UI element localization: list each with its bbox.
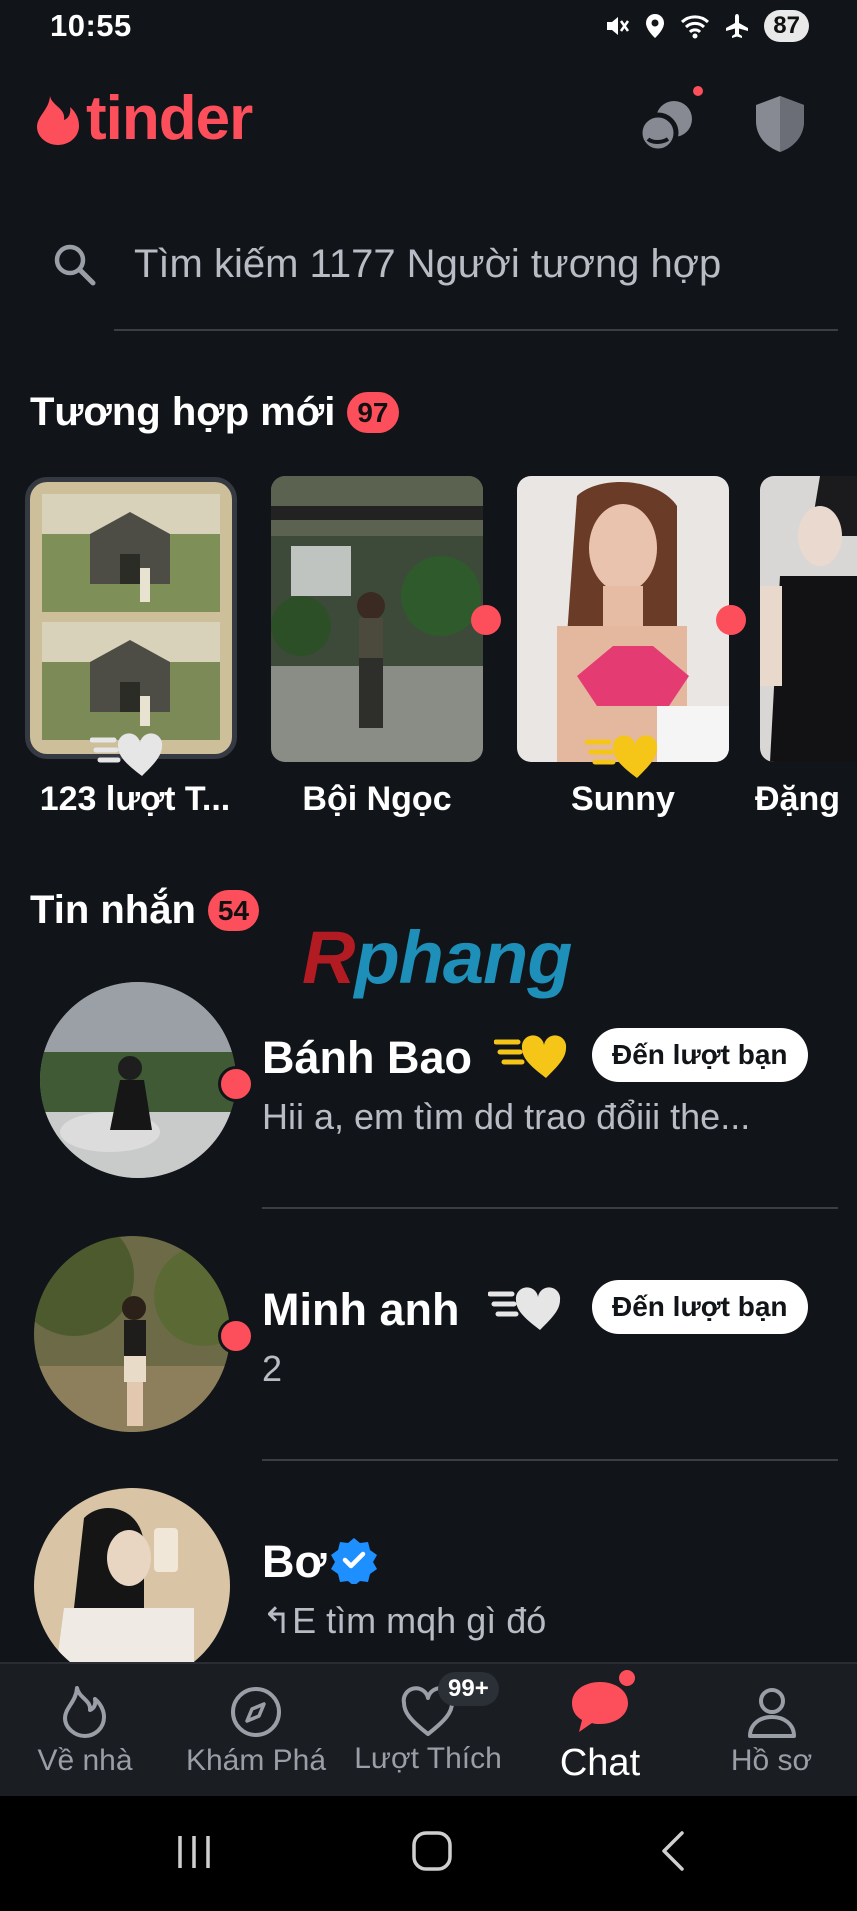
verified-icon — [331, 1538, 377, 1586]
online-dot — [218, 1066, 254, 1102]
match-name: Đặng — [755, 780, 840, 818]
likes-tile-photo — [30, 482, 232, 754]
likes-tile[interactable] — [25, 477, 237, 759]
match-unread-dot — [716, 605, 746, 635]
search-underline — [114, 329, 838, 331]
nav-profile[interactable]: Hồ sơ — [686, 1664, 857, 1798]
silver-super-like-icon — [89, 733, 163, 776]
likes-tile-silver-super-like-badge — [89, 728, 174, 785]
nav-profile-label: Hồ sơ — [730, 1744, 813, 1777]
back-button[interactable] — [654, 1828, 694, 1879]
home-button[interactable] — [409, 1828, 455, 1879]
chat-silver-super-like-badge — [487, 1282, 572, 1339]
chat-gold-super-like-badge — [493, 1030, 578, 1087]
chat-divider — [262, 1207, 838, 1209]
chat-divider — [262, 1459, 838, 1461]
nav-explore-label: Khám Phá — [185, 1744, 327, 1777]
your-turn-badge: Đến lượt bạn — [592, 1028, 808, 1082]
verified-badge — [330, 1536, 378, 1589]
match-photo — [271, 476, 483, 762]
new-matches-title: Tương hợp mới — [30, 390, 336, 434]
logo-text: tinder — [86, 84, 253, 153]
match-unread-dot — [471, 605, 501, 635]
match-gold-super-like-badge — [584, 730, 669, 787]
messages-header: Tin nhắn 54 — [30, 888, 260, 933]
search-icon — [54, 244, 96, 286]
avatar — [40, 982, 236, 1178]
likes-count-badge: 99+ — [438, 1672, 499, 1706]
nav-home[interactable]: Về nhà — [0, 1664, 170, 1798]
chat-notification-dot — [619, 1670, 635, 1686]
nav-chat-label: Chat — [559, 1742, 641, 1784]
flame-logo-icon — [37, 96, 79, 145]
silver-super-like-icon — [487, 1287, 561, 1330]
chat-name: Bánh Bao — [262, 1032, 473, 1083]
tinder-logo: tinder — [36, 84, 253, 153]
nav-chat[interactable]: Chat — [514, 1664, 686, 1798]
search-bar[interactable]: Tìm kiếm 1177 Người tương hợp — [50, 240, 838, 288]
chat-row[interactable]: Bơ ↰E tìm mqh gì đó — [0, 1484, 857, 1662]
search-input[interactable]: Tìm kiếm 1177 Người tương hợp — [134, 242, 721, 287]
messages-title: Tin nhắn — [30, 888, 196, 932]
matchmaker-icon — [637, 101, 692, 154]
match-name: Bội Ngọc — [302, 780, 452, 818]
system-nav — [0, 1796, 857, 1911]
nav-home-label: Về nhà — [37, 1744, 133, 1777]
chat-name: Bơ — [262, 1536, 327, 1587]
matchmaker-button[interactable] — [630, 86, 706, 162]
match-photo — [517, 476, 729, 762]
chat-preview: 2 — [262, 1348, 283, 1389]
chat-preview: ↰E tìm mqh gì đó — [262, 1600, 547, 1641]
chat-row[interactable]: Minh anh Đến lượt bạn 2 — [0, 1232, 857, 1462]
online-dot — [218, 1318, 254, 1354]
chat-bubble-icon — [572, 1682, 628, 1732]
safety-button[interactable] — [742, 86, 818, 162]
home-icon — [412, 1831, 452, 1871]
matchmaker-notification-dot — [693, 86, 703, 96]
gold-super-like-icon — [493, 1035, 567, 1078]
messages-count: 54 — [207, 889, 260, 932]
nav-explore[interactable]: Khám Phá — [170, 1664, 342, 1798]
compass-icon — [231, 1687, 281, 1737]
status-time: 10:55 — [50, 8, 132, 43]
profile-icon — [747, 1688, 796, 1738]
match-card[interactable] — [760, 476, 857, 762]
new-matches-header: Tương hợp mới 97 — [30, 390, 399, 435]
nav-likes[interactable]: Lượt Thích 99+ — [342, 1664, 514, 1798]
flame-icon — [63, 1686, 106, 1738]
gold-super-like-icon — [584, 735, 658, 778]
match-photo — [760, 476, 857, 762]
nav-likes-label: Lượt Thích — [354, 1742, 502, 1775]
match-card[interactable] — [517, 476, 729, 762]
status-icons: 87 — [604, 10, 809, 42]
recents-button[interactable] — [172, 1830, 216, 1879]
chat-row[interactable]: Bánh Bao Đến lượt bạn Hii a, em tìm dd t… — [0, 980, 857, 1210]
match-name: 123 lượt T... — [39, 780, 231, 818]
location-icon — [644, 13, 666, 39]
back-icon — [662, 1831, 684, 1871]
shield-icon — [756, 96, 804, 152]
match-card[interactable] — [271, 476, 483, 762]
bottom-nav: Về nhà Khám Phá Lượt Thích 99+ Chat Hồ s… — [0, 1662, 857, 1798]
mute-icon — [604, 13, 630, 39]
your-turn-badge: Đến lượt bạn — [592, 1280, 808, 1334]
airplane-icon — [724, 13, 750, 39]
match-name: Sunny — [571, 780, 675, 818]
recents-icon — [178, 1836, 210, 1868]
new-matches-count: 97 — [347, 391, 399, 434]
chat-preview: Hii a, em tìm dd trao đổiii the... — [262, 1096, 751, 1137]
avatar — [34, 1488, 230, 1662]
chat-name: Minh anh — [262, 1284, 460, 1335]
avatar — [34, 1236, 230, 1432]
wifi-icon — [680, 13, 710, 39]
battery-icon: 87 — [764, 10, 809, 42]
